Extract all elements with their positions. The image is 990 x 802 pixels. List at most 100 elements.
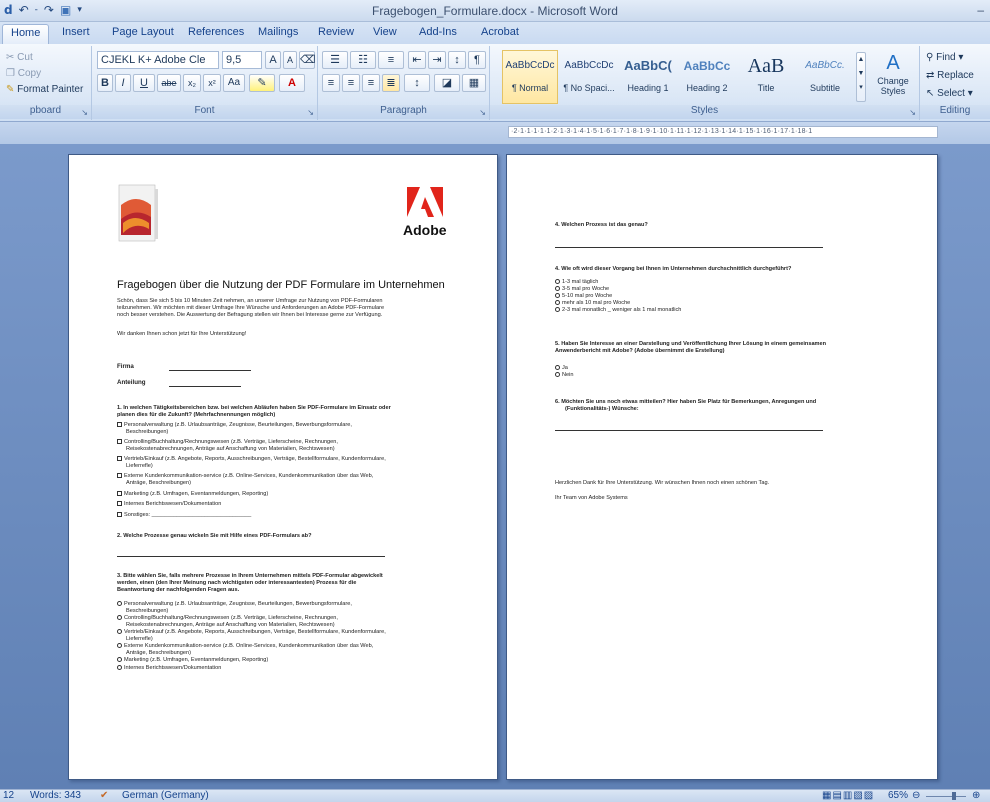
style-no-spacing[interactable]: AaBbCcDc ¶ No Spaci... <box>561 50 617 104</box>
word-count[interactable]: Words: 343 <box>30 790 81 802</box>
tab-acrobat[interactable]: Acrobat <box>481 26 519 38</box>
decrease-indent-icon[interactable]: ⇤ <box>408 51 426 69</box>
select-button[interactable]: ↖ Select ▾ <box>926 88 973 99</box>
radio-button[interactable] <box>555 307 560 313</box>
tab-review[interactable]: Review <box>318 26 354 38</box>
tab-references[interactable]: References <box>188 26 244 38</box>
style-heading-1[interactable]: AaBbC( Heading 1 <box>620 50 676 104</box>
zoom-slider-thumb[interactable] <box>952 792 956 800</box>
checkbox-option[interactable]: Vertrieb/Einkauf (z.B. Angebote, Reports… <box>117 456 386 463</box>
radio-option[interactable]: Controlling/Buchhaltung/Rechnungswesen (… <box>117 615 338 622</box>
increase-indent-icon[interactable]: ⇥ <box>428 51 446 69</box>
checkbox[interactable] <box>117 473 122 479</box>
change-styles-button[interactable]: A Change Styles <box>870 50 916 106</box>
borders-icon[interactable]: ▦ <box>462 74 486 92</box>
anteilung-input-line[interactable] <box>169 386 241 387</box>
style-normal[interactable]: AaBbCcDc ¶ Normal <box>502 50 558 104</box>
tab-add-ins[interactable]: Add-Ins <box>419 26 457 38</box>
document-page-1[interactable]: Adobe Fragebogen über die Nutzung der PD… <box>68 154 498 780</box>
radio-option[interactable]: Internes Berichtswesen/Dokumentation <box>117 665 221 672</box>
checkbox[interactable] <box>117 422 122 428</box>
radio-option[interactable]: Vertrieb/Einkauf (z.B. Angebote, Reports… <box>117 629 386 636</box>
multilevel-list-icon[interactable]: ≡ <box>378 51 404 69</box>
radio-button[interactable] <box>117 657 122 663</box>
radio-button[interactable] <box>555 372 560 378</box>
answer-line[interactable] <box>555 247 823 248</box>
find-button[interactable]: ⚲ Find ▾ <box>926 52 963 63</box>
zoom-level[interactable]: 65% <box>888 790 908 802</box>
styles-scroll-icon[interactable]: ▲ ▼ ▾ <box>856 52 866 102</box>
font-name-combo[interactable]: CJEKL K+ Adobe Cle <box>97 51 219 69</box>
radio-option[interactable]: 5-10 mal pro Woche <box>555 293 612 300</box>
format-painter-button[interactable]: ✎ Format Painter <box>6 84 83 95</box>
checkbox[interactable] <box>117 491 122 497</box>
font-color-icon[interactable]: A <box>279 74 305 92</box>
style-subtitle[interactable]: AaBbCc. Subtitle <box>797 50 853 104</box>
answer-line[interactable] <box>117 556 385 557</box>
minimize-button[interactable]: – <box>977 3 984 17</box>
document-page-2[interactable]: 4. Welchen Prozess ist das genau? 4. Wie… <box>506 154 938 780</box>
highlight-color-icon[interactable]: ✎ <box>249 74 275 92</box>
underline-button[interactable]: U <box>133 74 155 92</box>
dialog-launcher-icon[interactable]: ↘ <box>81 108 88 117</box>
page-indicator[interactable]: 12 <box>3 790 14 802</box>
line-spacing-icon[interactable]: ↕ <box>404 74 430 92</box>
checkbox[interactable] <box>117 501 122 507</box>
radio-option[interactable]: 1-3 mal täglich <box>555 279 598 286</box>
answer-line[interactable] <box>555 430 823 431</box>
superscript-button[interactable]: x² <box>203 74 221 92</box>
clear-format-icon[interactable]: ⌫ <box>299 51 316 69</box>
radio-button[interactable] <box>555 279 560 285</box>
radio-button[interactable] <box>555 286 560 292</box>
checkbox-option[interactable]: Personalverwaltung (z.B. Urlaubsanträge,… <box>117 422 352 429</box>
align-left-icon[interactable]: ≡ <box>322 74 340 92</box>
zoom-in-icon[interactable]: ⊕ <box>972 790 980 802</box>
grow-font-button[interactable]: A <box>265 51 281 69</box>
dialog-launcher-icon[interactable]: ↘ <box>909 108 916 117</box>
radio-option[interactable]: 2-3 mal monatlich _ weniger als 1 mal mo… <box>555 307 681 314</box>
checkbox[interactable] <box>117 456 122 462</box>
zoom-out-icon[interactable]: ⊖ <box>912 790 920 802</box>
checkbox-option[interactable]: Internes Berichtswesen/Dokumentation <box>117 501 221 508</box>
radio-button[interactable] <box>555 300 560 306</box>
checkbox[interactable] <box>117 439 122 445</box>
cut-button[interactable]: ✂ Cut <box>6 52 33 63</box>
checkbox-option[interactable]: Controlling/Buchhaltung/Rechnungswesen (… <box>117 439 338 446</box>
language-indicator[interactable]: German (Germany) <box>122 790 209 802</box>
style-title[interactable]: AaB Title <box>738 50 794 104</box>
dialog-launcher-icon[interactable]: ↘ <box>479 108 486 117</box>
shrink-font-button[interactable]: A <box>283 51 297 69</box>
radio-option[interactable]: Marketing (z.B. Umfragen, Eventanmeldung… <box>117 657 268 664</box>
radio-button[interactable] <box>117 601 122 607</box>
checkbox[interactable] <box>117 512 122 518</box>
tab-page-layout[interactable]: Page Layout <box>112 26 174 38</box>
change-case-button[interactable]: Aa <box>223 74 245 92</box>
copy-button[interactable]: ❐ Copy <box>6 68 41 79</box>
radio-button[interactable] <box>117 665 122 671</box>
radio-button[interactable] <box>117 643 122 649</box>
zoom-slider[interactable] <box>926 796 966 797</box>
italic-button[interactable]: I <box>115 74 131 92</box>
radio-button[interactable] <box>117 629 122 635</box>
dialog-launcher-icon[interactable]: ↘ <box>307 108 314 117</box>
bold-button[interactable]: B <box>97 74 113 92</box>
style-heading-2[interactable]: AaBbCc Heading 2 <box>679 50 735 104</box>
radio-option[interactable]: 3-5 mal pro Woche <box>555 286 609 293</box>
bullets-icon[interactable]: ☰ <box>322 51 348 69</box>
radio-option[interactable]: Personalverwaltung (z.B. Urlaubsanträge,… <box>117 601 352 608</box>
checkbox-option[interactable]: Sonstiges: _____________________________… <box>117 512 251 519</box>
shading-icon[interactable]: ◪ <box>434 74 460 92</box>
radio-option[interactable]: Ja <box>555 365 568 372</box>
checkbox-option[interactable]: Marketing (z.B. Umfragen, Eventanmeldung… <box>117 491 268 498</box>
radio-option[interactable]: mehr als 10 mal pro Woche <box>555 300 630 307</box>
font-size-combo[interactable]: 9,5 <box>222 51 262 69</box>
view-buttons[interactable]: ▦▤▥▧▨ <box>822 790 874 802</box>
align-center-icon[interactable]: ≡ <box>342 74 360 92</box>
numbering-icon[interactable]: ☷ <box>350 51 376 69</box>
tab-home[interactable]: Home <box>2 24 50 44</box>
strikethrough-button[interactable]: abe <box>157 74 181 92</box>
radio-button[interactable] <box>555 293 560 299</box>
radio-option[interactable]: Externe Kundenkommunikation-service (z.B… <box>117 643 373 650</box>
replace-button[interactable]: ⇄ Replace <box>926 70 974 81</box>
checkbox-option[interactable]: Externe Kundenkommunikation-service (z.B… <box>117 473 373 480</box>
